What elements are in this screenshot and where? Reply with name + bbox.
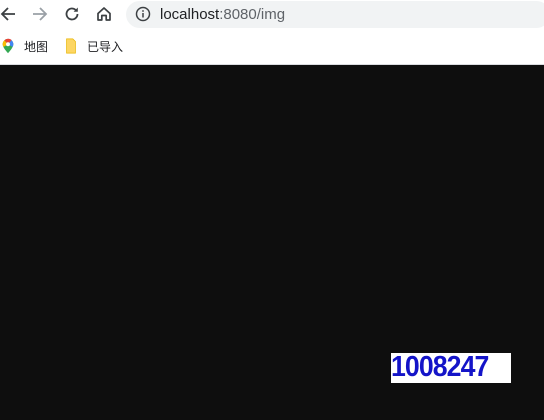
home-button[interactable] <box>92 2 116 26</box>
back-arrow-icon <box>0 7 15 21</box>
maps-pin-icon <box>2 38 14 54</box>
captcha-text: 1008247 <box>391 353 489 383</box>
url-host: localhost <box>160 6 220 23</box>
captcha-image: 1008247 <box>391 353 511 383</box>
url-text: localhost:8080/img <box>160 6 285 23</box>
forward-button[interactable] <box>28 2 52 26</box>
reload-button[interactable] <box>60 2 84 26</box>
address-bar[interactable]: localhost:8080/img <box>126 1 544 28</box>
reload-icon <box>65 7 79 21</box>
bookmark-label: 地图 <box>24 39 49 54</box>
folder-icon <box>66 38 76 54</box>
bookmark-folder-imported[interactable]: 已导入 <box>64 37 123 55</box>
bookmark-maps[interactable]: 地图 <box>1 37 48 55</box>
info-icon[interactable] <box>135 6 151 22</box>
forward-arrow-icon <box>33 7 48 21</box>
page-content: 1008247 <box>0 65 544 420</box>
browser-toolbar: localhost:8080/img <box>0 0 544 28</box>
url-path: :8080/img <box>219 6 286 23</box>
back-button[interactable] <box>0 2 20 26</box>
bookmarks-bar: 地图 已导入 <box>0 28 544 65</box>
home-icon <box>97 7 111 21</box>
bookmark-label: 已导入 <box>87 39 124 54</box>
